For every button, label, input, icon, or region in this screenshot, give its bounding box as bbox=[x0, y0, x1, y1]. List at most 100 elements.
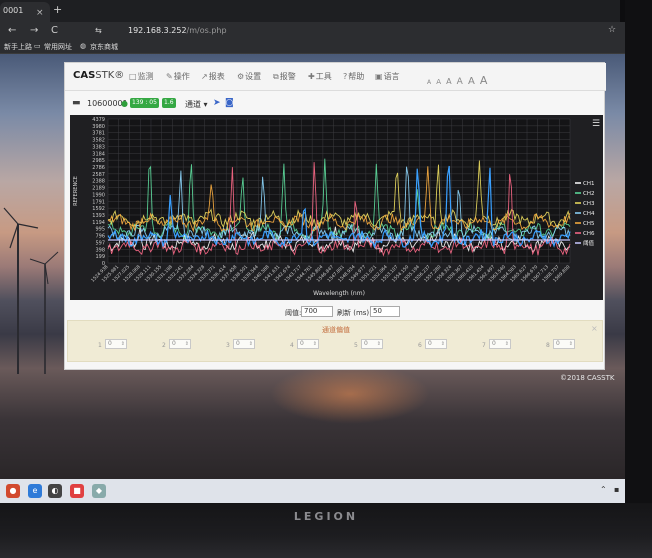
pinned-app-icon[interactable]: ◆ bbox=[92, 484, 106, 498]
nav-operate[interactable]: ✎操作 bbox=[166, 71, 190, 82]
legend-entry: CH5 bbox=[583, 221, 595, 227]
screen-edge bbox=[625, 0, 652, 503]
offset-label: 6 bbox=[418, 342, 422, 349]
spinner-icon[interactable]: ⇕ bbox=[377, 340, 381, 348]
new-tab-icon[interactable]: + bbox=[53, 3, 62, 16]
offset-panel-title: 通道偏值 bbox=[322, 326, 350, 334]
font-size-option[interactable]: A bbox=[457, 77, 463, 87]
spinner-icon[interactable]: ⇕ bbox=[249, 340, 253, 348]
offset-input-ch4[interactable]: 0 ⇕ bbox=[297, 339, 319, 349]
app-icon[interactable]: ■ bbox=[70, 484, 84, 498]
y-tick-label: 796 bbox=[95, 234, 105, 240]
legend-entry: CH1 bbox=[583, 181, 594, 187]
wind-turbine-icon bbox=[3, 207, 59, 374]
nav-help[interactable]: ?帮助 bbox=[343, 71, 364, 82]
offset-input-ch7[interactable]: 0 ⇕ bbox=[489, 339, 511, 349]
threshold-label: 阈值: bbox=[285, 309, 302, 317]
chart-menu-icon[interactable]: ☰ bbox=[592, 119, 600, 129]
offset-label: 7 bbox=[482, 342, 486, 349]
offset-value: 0 bbox=[556, 340, 560, 347]
offset-value: 0 bbox=[428, 340, 432, 347]
offset-input-ch5[interactable]: 0 ⇕ bbox=[361, 339, 383, 349]
status-badge: 1.6 bbox=[162, 98, 176, 108]
chart-icon: ↗ bbox=[201, 72, 208, 81]
offset-input-ch6[interactable]: 0 ⇕ bbox=[425, 339, 447, 349]
reload-icon[interactable]: C bbox=[51, 25, 58, 36]
font-size-option[interactable]: A bbox=[480, 74, 488, 87]
y-tick-label: 2189 bbox=[92, 186, 105, 192]
firefox-icon[interactable]: ● bbox=[6, 484, 20, 498]
nav-label: 语言 bbox=[383, 72, 400, 81]
brand-stk: STK® bbox=[95, 70, 125, 81]
tray-icon[interactable]: ⌃ bbox=[600, 485, 607, 494]
spinner-icon[interactable]: ⇕ bbox=[185, 340, 189, 348]
refresh-input[interactable]: 50 bbox=[370, 306, 400, 317]
camera-icon[interactable]: ◙ bbox=[225, 98, 234, 108]
tray-icon[interactable]: ▪ bbox=[614, 485, 619, 494]
edge-icon[interactable]: e bbox=[28, 484, 42, 498]
offset-label: 3 bbox=[226, 342, 230, 349]
wrench-icon: ✎ bbox=[166, 72, 173, 81]
laptop-bezel: LEGION bbox=[0, 503, 652, 558]
y-tick-label: 2786 bbox=[92, 165, 105, 171]
y-tick-label: 1990 bbox=[92, 192, 105, 198]
browser-tab[interactable]: 0001 × bbox=[0, 2, 50, 22]
offset-input-ch1[interactable]: 0 ⇕ bbox=[105, 339, 127, 349]
legend-entry: CH3 bbox=[583, 201, 595, 207]
y-tick-label: 1791 bbox=[92, 199, 105, 205]
tools-icon: ✚ bbox=[308, 72, 315, 81]
y-tick-label: 3781 bbox=[92, 131, 105, 137]
bookmark-item[interactable]: 常用网址 bbox=[44, 42, 72, 52]
nav-label: 工具 bbox=[315, 72, 332, 81]
back-icon[interactable]: ← bbox=[8, 25, 16, 36]
y-tick-label: 1592 bbox=[92, 206, 105, 212]
tab-close-icon[interactable]: × bbox=[36, 4, 44, 22]
nav-alarm[interactable]: ⧉报警 bbox=[273, 71, 296, 82]
y-tick-label: 199 bbox=[95, 254, 105, 260]
bookmark-star-icon[interactable]: ☆ bbox=[608, 25, 616, 35]
spinner-icon[interactable]: ⇕ bbox=[569, 340, 573, 348]
nav-settings[interactable]: ⚙设置 bbox=[237, 71, 261, 82]
channel-select[interactable]: 通道 ▾ bbox=[185, 99, 208, 110]
folder-icon: ▭ bbox=[34, 42, 41, 50]
y-tick-label: 398 bbox=[95, 247, 105, 253]
font-size-option[interactable]: A bbox=[427, 79, 431, 86]
url-field[interactable]: 192.168.3.252/m/os.php bbox=[128, 26, 227, 35]
nav-monitor[interactable]: □监测 bbox=[129, 71, 154, 82]
y-tick-label: 2985 bbox=[92, 158, 105, 164]
y-tick-label: 3980 bbox=[92, 124, 105, 130]
y-tick-label: 4379 bbox=[92, 117, 105, 123]
spinner-icon[interactable]: ⇕ bbox=[121, 340, 125, 348]
y-tick-label: 3383 bbox=[92, 144, 105, 150]
spinner-icon[interactable]: ⇕ bbox=[441, 340, 445, 348]
y-tick-label: 3184 bbox=[92, 151, 105, 157]
font-size-option[interactable]: A bbox=[468, 76, 475, 87]
bookmark-item[interactable]: 京东商城 bbox=[90, 42, 118, 52]
offset-input-ch8[interactable]: 0 ⇕ bbox=[553, 339, 575, 349]
legend-entry: CH2 bbox=[583, 191, 594, 197]
monitor-icon: □ bbox=[129, 72, 137, 81]
nav-tools[interactable]: ✚工具 bbox=[308, 71, 332, 82]
send-icon[interactable]: ➤ bbox=[213, 98, 221, 108]
y-tick-label: 597 bbox=[95, 240, 105, 246]
offset-input-ch3[interactable]: 0 ⇕ bbox=[233, 339, 255, 349]
bookmark-item[interactable]: 新手上路 bbox=[4, 42, 32, 52]
nav-report[interactable]: ↗报表 bbox=[201, 71, 225, 82]
threshold-input[interactable]: 700 bbox=[301, 306, 333, 317]
spinner-icon[interactable]: ⇕ bbox=[313, 340, 317, 348]
nav-label: 帮助 bbox=[348, 72, 365, 81]
browser-icon[interactable]: ◐ bbox=[48, 484, 62, 498]
close-icon[interactable]: × bbox=[591, 324, 598, 333]
forward-icon[interactable]: → bbox=[30, 25, 38, 36]
browser-tab-bar: 0001 × + bbox=[0, 0, 620, 22]
font-size-option[interactable]: A bbox=[446, 77, 451, 86]
nav-language[interactable]: ▣语言 bbox=[375, 71, 400, 82]
font-size-option[interactable]: A bbox=[436, 78, 441, 86]
spinner-icon[interactable]: ⇕ bbox=[505, 340, 509, 348]
site-info-icon[interactable]: ⇆ bbox=[95, 26, 102, 35]
status-ok-icon: ● bbox=[121, 99, 128, 108]
offset-input-ch2[interactable]: 0 ⇕ bbox=[169, 339, 191, 349]
url-host: 192.168.3.252 bbox=[128, 26, 187, 35]
offset-label: 4 bbox=[290, 342, 294, 349]
brand-logo[interactable]: CASSTK® bbox=[73, 70, 124, 81]
